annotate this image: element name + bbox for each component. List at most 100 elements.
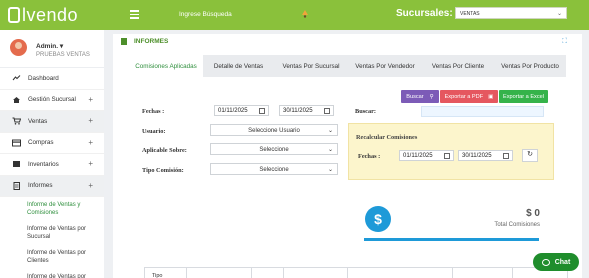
sidebar-subitem-ventas-sucursal[interactable]: Informe de Ventas por Sucursal [0, 221, 104, 245]
aplicable-select-value: Seleccione [259, 147, 289, 153]
date-to-value: 30/11/2025 [283, 108, 313, 114]
tab-ventas-producto[interactable]: Ventas Por Producto [494, 55, 566, 77]
date-from-input[interactable]: 01/11/2025 [214, 105, 269, 116]
refresh-button[interactable]: ↻ [522, 149, 538, 162]
avatar [10, 39, 27, 56]
total-comisiones-card: $ $ 0 Total Comisiones [358, 203, 544, 245]
calendar-icon[interactable] [259, 108, 265, 114]
sidebar-subitem-ventas-comisiones[interactable]: Informe de Ventas y Comisiones [0, 197, 104, 221]
expand-icon: + [88, 137, 93, 147]
progress-bar [364, 238, 539, 241]
recalc-date-from-value: 01/11/2025 [403, 153, 433, 159]
search-input[interactable]: Ingrese Búsqueda [179, 11, 232, 18]
user-branch: PRUEBAS VENTAS [36, 52, 90, 58]
tipo-comision-select[interactable]: Seleccione ⌄ [210, 163, 338, 175]
tab-ventas-sucursal[interactable]: Ventas Por Sucursal [274, 55, 348, 77]
export-excel-label: Exportar a Excel [502, 93, 545, 100]
calendar-icon[interactable] [444, 153, 450, 159]
buscar-input[interactable] [421, 106, 544, 117]
chevron-down-icon: ⌄ [556, 11, 562, 17]
buscar-label: Buscar: [355, 108, 376, 115]
usuario-select-value: Seleccione Usuario [248, 128, 300, 134]
date-from-value: 01/11/2025 [218, 108, 248, 114]
sidebar-subitem-ventas-clientes[interactable]: Informe de Ventas por Clientes [0, 245, 104, 269]
trend-icon [12, 75, 21, 81]
dollar-icon: $ [365, 206, 391, 232]
sidebar-item-gestion-sucursal[interactable]: Gestión Sucursal + [0, 90, 104, 111]
search-icon: ⚲ [429, 93, 434, 100]
table-header-col [252, 268, 284, 278]
document-icon [121, 38, 127, 45]
sidebar-item-label: Informes [28, 182, 53, 190]
sidebar-item-label: Ventas [28, 117, 48, 125]
calendar-icon[interactable] [324, 108, 330, 114]
usuario-select[interactable]: Seleccione Usuario ⌄ [210, 124, 338, 136]
pdf-icon: ▣ [488, 93, 494, 100]
sidebar-item-informes[interactable]: Informes + [0, 175, 104, 197]
refresh-icon: ↻ [527, 151, 533, 158]
tab-detalle-ventas[interactable]: Detalle de Ventas [203, 55, 274, 77]
sidebar-nav: Dashboard Gestión Sucursal + Ventas + Co… [0, 68, 104, 278]
brand-name: lvendo [22, 4, 79, 25]
aplicable-select[interactable]: Seleccione ⌄ [210, 143, 338, 155]
top-bar: lvendo Ingrese Búsqueda Sucursales: VENT… [0, 0, 589, 30]
recalc-date-from-input[interactable]: 01/11/2025 [399, 150, 454, 161]
document-icon [13, 181, 20, 190]
branch-select[interactable]: VENTAS ⌄ [455, 7, 567, 19]
export-pdf-button[interactable]: Exportar a PDF ▣ [440, 90, 498, 103]
page-title-label: INFORMES [134, 38, 169, 45]
user-name[interactable]: Admin. ▾ [36, 42, 63, 50]
sidebar-item-inventarios[interactable]: Inventarios + [0, 154, 104, 176]
tab-ventas-vendedor[interactable]: Ventas Por Vendedor [348, 55, 422, 77]
sidebar-item-ventas[interactable]: Ventas + [0, 111, 104, 133]
main-card: INFORMES ⛶ Comisiones Aplicadas Detalle … [113, 34, 582, 278]
user-profile[interactable]: Admin. ▾ PRUEBAS VENTAS [0, 30, 104, 68]
expand-icon: + [88, 116, 93, 125]
buscar-button[interactable]: Buscar ⚲ [401, 90, 439, 103]
chevron-down-icon: ⌄ [327, 128, 333, 134]
sidebar-item-label: Dashboard [28, 74, 59, 82]
credit-card-icon [12, 139, 21, 147]
table-header-tipo: Tipo [145, 268, 187, 278]
tipo-comision-select-value: Seleccione [259, 167, 289, 173]
chevron-down-icon: ⌄ [327, 167, 333, 173]
aplicable-label: Aplicable Sobre: [142, 147, 187, 154]
logo[interactable]: lvendo [8, 4, 112, 26]
logo-icon [8, 7, 20, 23]
tab-bar: Comisiones Aplicadas Detalle de Ventas V… [129, 55, 566, 77]
calendar-icon[interactable] [503, 153, 509, 159]
recalc-date-to-value: 30/11/2025 [462, 153, 492, 159]
chevron-down-icon: ⌄ [327, 147, 333, 153]
fullscreen-icon[interactable]: ⛶ [562, 38, 567, 46]
sidebar-item-dashboard[interactable]: Dashboard [0, 68, 104, 90]
sidebar-item-label: Gestión Sucursal [28, 96, 76, 104]
table-header-col [453, 268, 513, 278]
sucursales-label: Sucursales: [396, 8, 453, 19]
tab-ventas-cliente[interactable]: Ventas Por Cliente [422, 55, 494, 77]
export-excel-button[interactable]: Exportar a Excel [499, 90, 548, 103]
buscar-button-label: Buscar [406, 93, 424, 100]
table-header-col [284, 268, 348, 278]
expand-icon: + [88, 159, 93, 168]
usuario-label: Usuario: [142, 128, 166, 135]
menu-toggle-icon[interactable] [130, 10, 139, 19]
sidebar: Admin. ▾ PRUEBAS VENTAS Dashboard Gestió… [0, 30, 104, 278]
branch-select-value: VENTAS [460, 11, 480, 17]
notification-icon[interactable] [300, 9, 310, 19]
export-pdf-label: Exportar a PDF [444, 93, 484, 100]
chat-button[interactable]: Chat [533, 253, 579, 271]
table-header-col [348, 268, 453, 278]
sidebar-item-compras[interactable]: Compras + [0, 133, 104, 154]
total-comisiones-label: Total Comisiones [494, 222, 540, 228]
cart-icon [12, 117, 21, 125]
recalc-fechas-label: Fechas : [358, 153, 381, 160]
sidebar-item-label: Compras [28, 139, 54, 147]
date-to-input[interactable]: 30/11/2025 [279, 105, 334, 116]
chat-icon [541, 258, 550, 266]
recalc-date-to-input[interactable]: 30/11/2025 [458, 150, 513, 161]
recalcular-title: Recalcular Comisiones [356, 134, 418, 141]
tab-comisiones-aplicadas[interactable]: Comisiones Aplicadas [129, 55, 203, 77]
expand-icon: + [88, 180, 93, 190]
sidebar-item-label: Inventarios [28, 160, 59, 168]
sidebar-subitem-ventas-more[interactable]: Informe de Ventas por [0, 269, 104, 278]
